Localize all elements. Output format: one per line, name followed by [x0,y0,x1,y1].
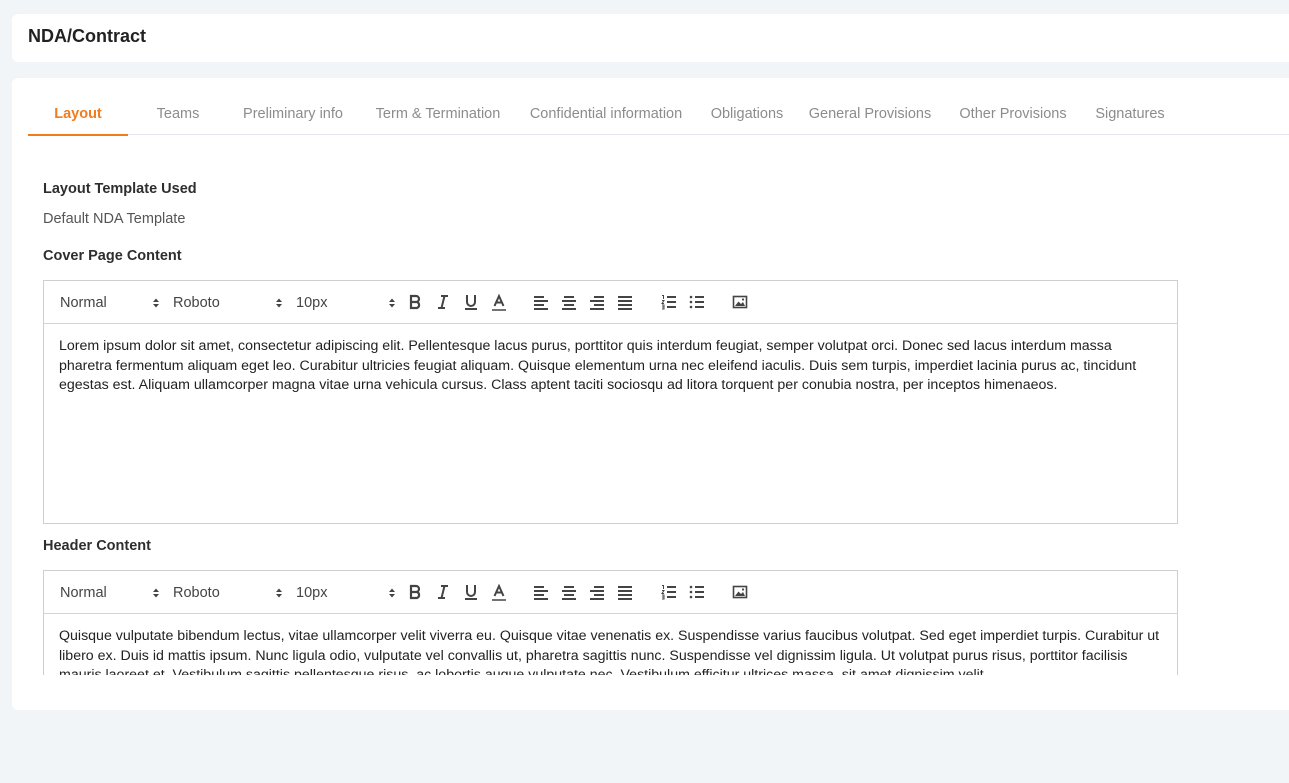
text-color-icon[interactable] [489,582,509,602]
bold-icon[interactable] [405,292,425,312]
size-select-value: 10px [296,585,328,601]
size-select[interactable]: 10px [296,583,398,603]
select-arrows-icon [388,587,396,599]
select-arrows-icon [152,297,160,309]
tab-obligations[interactable]: Obligations [706,96,788,134]
ordered-list-icon[interactable] [659,292,679,312]
layout-template-label: Layout Template Used [43,181,197,197]
format-select-value: Normal [60,585,107,601]
image-icon[interactable] [730,582,750,602]
header-content-editor: Normal Roboto 10px Quisque vulputate bib… [43,570,1178,675]
tab-teams[interactable]: Teams [140,96,216,134]
size-select[interactable]: 10px [296,293,398,313]
font-select[interactable]: Roboto [173,293,285,313]
tab-general-provisions[interactable]: General Provisions [806,96,934,134]
align-justify-icon[interactable] [615,292,635,312]
ordered-list-icon[interactable] [659,582,679,602]
font-select[interactable]: Roboto [173,583,285,603]
editor-toolbar: Normal Roboto 10px [44,571,1177,614]
tab-term-termination[interactable]: Term & Termination [368,96,508,134]
cover-page-editor: Normal Roboto 10px Lorem ipsum dolor sit… [43,280,1178,524]
align-right-icon[interactable] [587,292,607,312]
cover-page-label: Cover Page Content [43,248,182,264]
tab-bar: Layout Teams Preliminary info Term & Ter… [28,96,1289,136]
cover-page-text[interactable]: Lorem ipsum dolor sit amet, consectetur … [59,337,1161,396]
bullet-list-icon[interactable] [687,292,707,312]
underline-icon[interactable] [461,582,481,602]
align-justify-icon[interactable] [615,582,635,602]
tab-signatures[interactable]: Signatures [1090,96,1170,134]
select-arrows-icon [388,297,396,309]
font-select-value: Roboto [173,585,220,601]
underline-icon[interactable] [461,292,481,312]
select-arrows-icon [152,587,160,599]
font-select-value: Roboto [173,295,220,311]
layout-template-value: Default NDA Template [43,211,186,227]
italic-icon[interactable] [433,582,453,602]
select-arrows-icon [275,297,283,309]
align-center-icon[interactable] [559,582,579,602]
tab-layout[interactable]: Layout [28,96,128,136]
tab-confidential-information[interactable]: Confidential information [522,96,690,134]
format-select-value: Normal [60,295,107,311]
main-card: Layout Teams Preliminary info Term & Ter… [12,78,1289,710]
format-select[interactable]: Normal [60,583,160,603]
align-left-icon[interactable] [531,582,551,602]
title-card: NDA/Contract [12,14,1289,62]
header-content-label: Header Content [43,538,151,554]
page-title: NDA/Contract [28,26,147,46]
image-icon[interactable] [730,292,750,312]
align-right-icon[interactable] [587,582,607,602]
select-arrows-icon [275,587,283,599]
editor-toolbar: Normal Roboto 10px [44,281,1177,324]
tab-other-provisions[interactable]: Other Provisions [954,96,1072,134]
header-content-text[interactable]: Quisque vulputate bibendum lectus, vitae… [59,627,1161,675]
align-center-icon[interactable] [559,292,579,312]
bold-icon[interactable] [405,582,425,602]
align-left-icon[interactable] [531,292,551,312]
text-color-icon[interactable] [489,292,509,312]
format-select[interactable]: Normal [60,293,160,313]
bullet-list-icon[interactable] [687,582,707,602]
size-select-value: 10px [296,295,328,311]
tab-preliminary-info[interactable]: Preliminary info [234,96,352,134]
italic-icon[interactable] [433,292,453,312]
